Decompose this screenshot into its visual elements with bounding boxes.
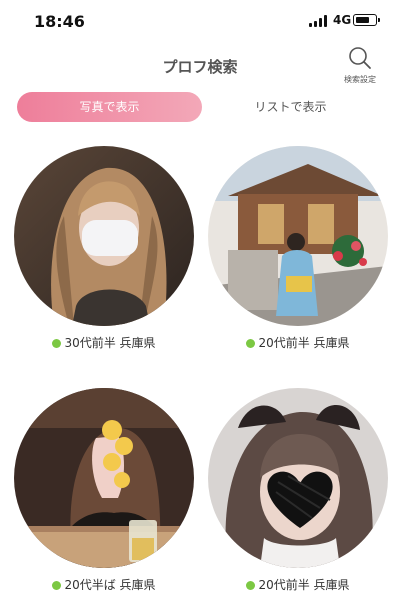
profile-photo xyxy=(208,146,388,326)
profile-photo xyxy=(208,388,388,568)
online-status-icon xyxy=(246,339,256,348)
profile-photo xyxy=(14,388,194,568)
cellular-signal-icon xyxy=(309,15,329,27)
profile-caption: 30代前半 兵庫県 xyxy=(14,334,194,351)
profile-age: 30代前半 xyxy=(64,336,116,350)
profile-age: 20代半ば xyxy=(64,578,116,592)
search-settings-button[interactable]: 検索設定 xyxy=(336,44,384,88)
profile-location: 兵庫県 xyxy=(119,336,156,350)
status-bar: 18:46 4G xyxy=(0,0,400,44)
search-settings-label: 検索設定 xyxy=(344,75,376,84)
status-time: 18:46 xyxy=(34,12,85,31)
search-icon xyxy=(349,47,371,69)
profile-caption: 20代半ば 兵庫県 xyxy=(14,576,194,593)
profile-caption: 20代前半 兵庫県 xyxy=(208,334,388,351)
battery-icon xyxy=(353,14,377,26)
battery-tip xyxy=(378,18,380,22)
profile-age: 20代前半 xyxy=(258,336,310,350)
profile-caption: 20代前半 兵庫県 xyxy=(208,576,388,593)
profile-location: 兵庫県 xyxy=(313,336,350,350)
online-status-icon xyxy=(246,581,256,590)
tab-list-view[interactable]: リストで表示 xyxy=(198,92,383,122)
online-status-icon xyxy=(52,339,62,348)
nav-bar: プロフ検索 検索設定 xyxy=(0,44,400,88)
profile-location: 兵庫県 xyxy=(313,578,350,592)
tab-photo-view[interactable]: 写真で表示 xyxy=(17,92,202,122)
profile-photo xyxy=(14,146,194,326)
network-type: 4G xyxy=(333,13,352,27)
battery-level xyxy=(355,16,369,23)
online-status-icon xyxy=(52,581,62,590)
view-toggle: 写真で表示 リストで表示 xyxy=(0,92,400,126)
profile-age: 20代前半 xyxy=(258,578,310,592)
profile-location: 兵庫県 xyxy=(119,578,156,592)
